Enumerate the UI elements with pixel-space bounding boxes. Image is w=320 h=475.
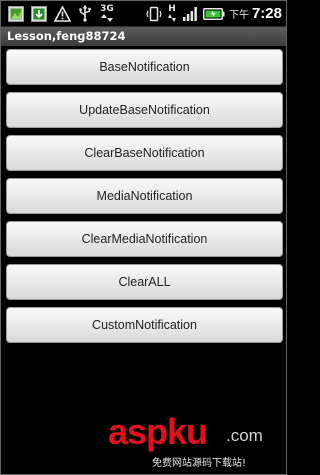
custom-notification-button[interactable]: CustomNotification <box>6 307 283 343</box>
update-base-notification-button[interactable]: UpdateBaseNotification <box>6 92 283 128</box>
h-data-arrows-icon <box>167 14 176 22</box>
warning-icon <box>53 5 71 23</box>
image-icon <box>7 5 25 23</box>
watermark-domain: .com <box>226 426 263 445</box>
clear-all-button[interactable]: ClearALL <box>6 264 283 300</box>
watermark-logo: aspku <box>108 411 208 452</box>
3g-data-icon: 3G <box>99 5 115 23</box>
title-bar: Lesson,feng88724 <box>1 27 286 46</box>
vibrate-icon <box>145 5 163 23</box>
status-bar-system: H 下午 7:28 <box>145 4 282 23</box>
button-label: ClearBaseNotification <box>84 146 205 160</box>
button-label: CustomNotification <box>92 318 197 332</box>
hspa-icon: H <box>167 5 177 23</box>
app-screen: 3G H 下午 7:28 Lesson,feng88724 BaseNotifi… <box>0 0 287 475</box>
network-type-label: 3G <box>100 4 114 14</box>
base-notification-button[interactable]: BaseNotification <box>6 49 283 85</box>
battery-icon <box>202 5 225 23</box>
status-bar-notifications[interactable]: 3G <box>7 4 120 23</box>
clear-media-notification-button[interactable]: ClearMediaNotification <box>6 221 283 257</box>
data-arrows-icon <box>101 14 113 22</box>
usb-icon <box>76 5 94 23</box>
clear-base-notification-button[interactable]: ClearBaseNotification <box>6 135 283 171</box>
time-period-label: 下午 <box>228 10 249 21</box>
button-label: ClearMediaNotification <box>81 232 208 246</box>
button-label: BaseNotification <box>99 60 190 74</box>
app-title: Lesson,feng88724 <box>7 29 126 43</box>
download-icon <box>30 5 48 23</box>
signal-icon <box>181 5 199 23</box>
watermark-subtitle: 免费网站源码下载站! <box>152 458 247 469</box>
button-label: MediaNotification <box>96 189 193 203</box>
watermark: aspku .com 免费网站源码下载站! <box>108 412 278 470</box>
clock-time: 7:28 <box>251 5 282 22</box>
button-label: UpdateBaseNotification <box>79 103 210 117</box>
status-bar: 3G H 下午 7:28 <box>1 1 286 27</box>
network-h-label: H <box>168 4 176 14</box>
button-label: ClearALL <box>118 275 171 289</box>
media-notification-button[interactable]: MediaNotification <box>6 178 283 214</box>
